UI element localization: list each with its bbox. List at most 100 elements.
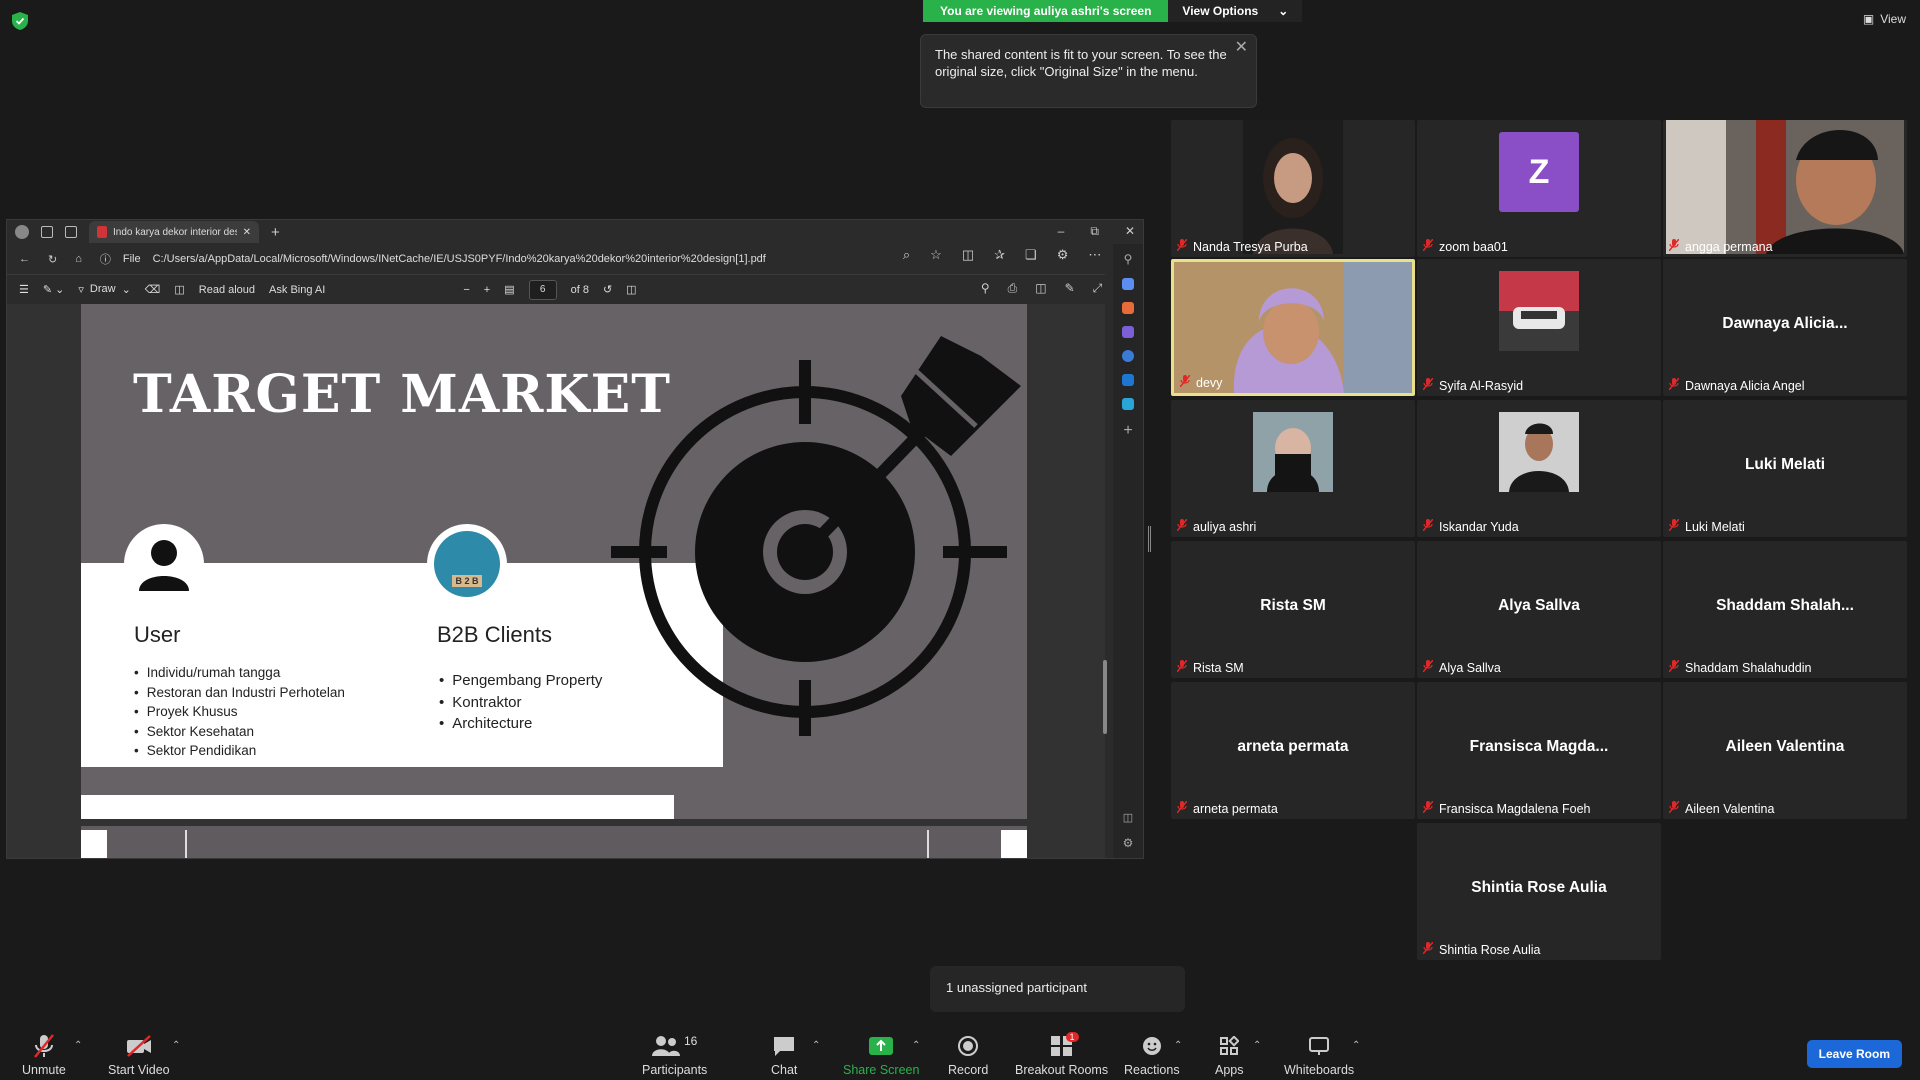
- send-icon[interactable]: [1122, 398, 1134, 410]
- split-screen-icon[interactable]: ◫: [962, 247, 974, 263]
- start-video-button[interactable]: Start Video: [108, 1034, 170, 1077]
- participant-name-label: Iskandar Yuda: [1422, 518, 1519, 534]
- rotate-icon[interactable]: ↺: [603, 283, 612, 296]
- participant-tile[interactable]: arneta permata arneta permata: [1171, 682, 1415, 819]
- close-tab-icon[interactable]: ✕: [243, 227, 251, 238]
- add-sidebar-icon[interactable]: +: [1123, 422, 1132, 440]
- share-screen-button[interactable]: Share Screen: [843, 1034, 919, 1077]
- read-aloud-button[interactable]: Read aloud: [199, 284, 255, 296]
- sidebar-panel-icon[interactable]: ◫: [1123, 811, 1133, 824]
- chat-button[interactable]: Chat: [771, 1034, 797, 1077]
- chat-options-caret[interactable]: ⌃: [812, 1040, 820, 1051]
- highlight-icon[interactable]: ✎ ⌄: [43, 283, 65, 296]
- participant-tile[interactable]: angga permana: [1663, 120, 1907, 257]
- participant-tile[interactable]: Zzoom baa01: [1417, 120, 1661, 257]
- tools-icon[interactable]: [1122, 302, 1134, 314]
- tab-pdf[interactable]: Indo karya dekor interior design ✕: [89, 221, 259, 243]
- unmute-button[interactable]: Unmute: [22, 1034, 66, 1077]
- close-icon[interactable]: ✕: [1235, 39, 1248, 56]
- fullscreen-icon[interactable]: ⤢: [1093, 281, 1103, 296]
- participants-button[interactable]: 16 Participants: [642, 1034, 707, 1077]
- pdf-viewer[interactable]: TARGET MARKET User • Individu/rumah tang…: [7, 304, 1105, 858]
- zoom-in-icon[interactable]: +: [484, 284, 490, 296]
- participant-tile[interactable]: Rista SM Rista SM: [1171, 541, 1415, 678]
- eraser-icon[interactable]: ⌫: [145, 283, 161, 296]
- mic-muted-icon: [1422, 238, 1434, 254]
- sidebar-settings-icon[interactable]: ⚙: [1123, 836, 1134, 850]
- participant-tile[interactable]: Shintia Rose Aulia Shintia Rose Aulia: [1417, 823, 1661, 960]
- home-icon[interactable]: ⌂: [75, 253, 82, 265]
- games-icon[interactable]: [1122, 326, 1134, 338]
- whiteboards-options-caret[interactable]: ⌃: [1352, 1040, 1360, 1051]
- page-number-input[interactable]: 6: [528, 279, 557, 300]
- audio-options-caret[interactable]: ⌃: [74, 1040, 82, 1051]
- person-icon: [139, 540, 189, 591]
- reactions-options-caret[interactable]: ⌃: [1174, 1040, 1182, 1051]
- view-icon[interactable]: ◫: [174, 283, 184, 296]
- workspaces-icon[interactable]: [41, 226, 53, 238]
- participant-tile[interactable]: Shaddam Shalah... Shaddam Shalahuddin: [1663, 541, 1907, 678]
- refresh-icon[interactable]: ↻: [48, 253, 57, 266]
- participant-tile[interactable]: Syifa Al-Rasyid: [1417, 259, 1661, 396]
- outlook-icon[interactable]: [1122, 374, 1134, 386]
- minimize-icon[interactable]: –: [1058, 224, 1065, 239]
- print-icon[interactable]: ⎙: [1008, 281, 1018, 296]
- leave-room-button[interactable]: Leave Room: [1806, 1040, 1902, 1068]
- unassigned-participant-toast[interactable]: 1 unassigned participant: [930, 966, 1185, 1012]
- view-layout-button[interactable]: ▣ View: [1863, 12, 1906, 26]
- scroll-thumb[interactable]: [1103, 660, 1107, 734]
- record-button[interactable]: Record: [948, 1034, 988, 1077]
- participant-tile[interactable]: devy: [1171, 259, 1415, 396]
- share-options-caret[interactable]: ⌃: [912, 1040, 920, 1051]
- participant-tile[interactable]: Nanda Tresya Purba: [1171, 120, 1415, 257]
- apps-button[interactable]: Apps: [1215, 1034, 1244, 1077]
- participant-tile[interactable]: Fransisca Magda... Fransisca Magdalena Fo…: [1417, 682, 1661, 819]
- zoom-icon[interactable]: ⌕: [903, 247, 910, 263]
- view-options-button[interactable]: View Options ⌄: [1168, 0, 1303, 22]
- b2b-avatar: B 2 B: [427, 524, 507, 604]
- breakout-rooms-button[interactable]: 1 Breakout Rooms: [1015, 1032, 1108, 1077]
- collections-icon[interactable]: ❏: [1025, 247, 1037, 263]
- office-icon[interactable]: [1122, 350, 1134, 362]
- tab-actions-icon[interactable]: [65, 226, 77, 238]
- page-view-icon[interactable]: ◫: [626, 283, 636, 296]
- participant-tile[interactable]: Luki Melati Luki Melati: [1663, 400, 1907, 537]
- video-options-caret[interactable]: ⌃: [172, 1040, 180, 1051]
- restore-icon[interactable]: ⧉: [1090, 224, 1099, 239]
- fit-page-icon[interactable]: ▤: [504, 283, 514, 296]
- sidebar-search-icon[interactable]: ⚲: [1124, 252, 1133, 266]
- security-shield-icon[interactable]: [12, 12, 28, 30]
- participant-tile[interactable]: Iskandar Yuda: [1417, 400, 1661, 537]
- whiteboards-button[interactable]: Whiteboards: [1284, 1034, 1354, 1077]
- profile-avatar-icon[interactable]: [15, 225, 29, 239]
- favorites-icon[interactable]: ✰: [994, 247, 1005, 263]
- save-icon[interactable]: ◫: [1035, 281, 1046, 296]
- save-as-icon[interactable]: ✎: [1065, 281, 1075, 296]
- draw-button[interactable]: ▿ Draw ⌄: [78, 283, 130, 296]
- more-icon[interactable]: ⋯: [1088, 247, 1101, 263]
- favorite-star-icon[interactable]: ☆: [930, 247, 942, 263]
- ask-bing-button[interactable]: Ask Bing AI: [269, 284, 325, 296]
- search-icon[interactable]: ⚲: [981, 281, 990, 296]
- split-resize-handle[interactable]: [1148, 526, 1151, 552]
- new-tab-icon[interactable]: +: [271, 224, 280, 241]
- participant-tile[interactable]: Alya Sallva Alya Sallva: [1417, 541, 1661, 678]
- back-icon[interactable]: ←: [19, 253, 30, 265]
- pdf-scrollbar[interactable]: [1101, 306, 1109, 856]
- tooltip-text: The shared content is fit to your screen…: [935, 47, 1227, 79]
- participant-tile[interactable]: Dawnaya Alicia... Dawnaya Alicia Angel: [1663, 259, 1907, 396]
- close-window-icon[interactable]: ✕: [1125, 224, 1135, 239]
- participant-tile[interactable]: auliya ashri: [1171, 400, 1415, 537]
- contents-icon[interactable]: ☰: [19, 283, 29, 296]
- participant-display-name: Shintia Rose Aulia: [1471, 879, 1607, 896]
- mic-muted-icon: [1422, 941, 1434, 957]
- participant-name-label: Shaddam Shalahuddin: [1668, 659, 1812, 675]
- url-field[interactable]: ⓘ File C:/Users/a/AppData/Local/Microsof…: [100, 251, 766, 267]
- zoom-out-icon[interactable]: −: [463, 284, 469, 296]
- participant-display-name: Rista SM: [1260, 597, 1326, 614]
- shopping-icon[interactable]: [1122, 278, 1134, 290]
- extensions-icon[interactable]: ⚙: [1057, 247, 1069, 263]
- reactions-button[interactable]: Reactions: [1124, 1034, 1180, 1077]
- apps-options-caret[interactable]: ⌃: [1253, 1040, 1261, 1051]
- participant-tile[interactable]: Aileen Valentina Aileen Valentina: [1663, 682, 1907, 819]
